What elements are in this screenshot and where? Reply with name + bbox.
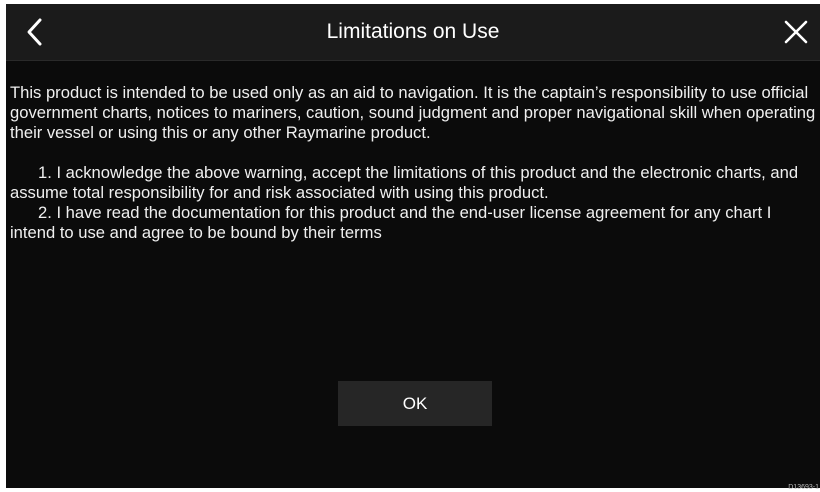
intro-paragraph: This product is intended to be used only… xyxy=(10,83,816,142)
limitations-dialog: Limitations on Use This product is inten… xyxy=(6,4,820,488)
chevron-left-icon xyxy=(27,18,42,46)
close-button[interactable] xyxy=(778,14,814,50)
limitations-text: This product is intended to be used only… xyxy=(10,83,818,243)
ok-button[interactable]: OK xyxy=(338,381,492,426)
acknowledgement-item-1: 1. I acknowledge the above warning, acce… xyxy=(10,163,799,202)
acknowledgement-item-2: 2. I have read the documentation for thi… xyxy=(10,203,772,242)
dialog-title: Limitations on Use xyxy=(326,20,500,43)
reference-code: D13693-1 xyxy=(788,484,819,491)
close-icon xyxy=(784,20,808,44)
dialog-header: Limitations on Use xyxy=(6,4,820,61)
back-button[interactable] xyxy=(16,14,52,50)
